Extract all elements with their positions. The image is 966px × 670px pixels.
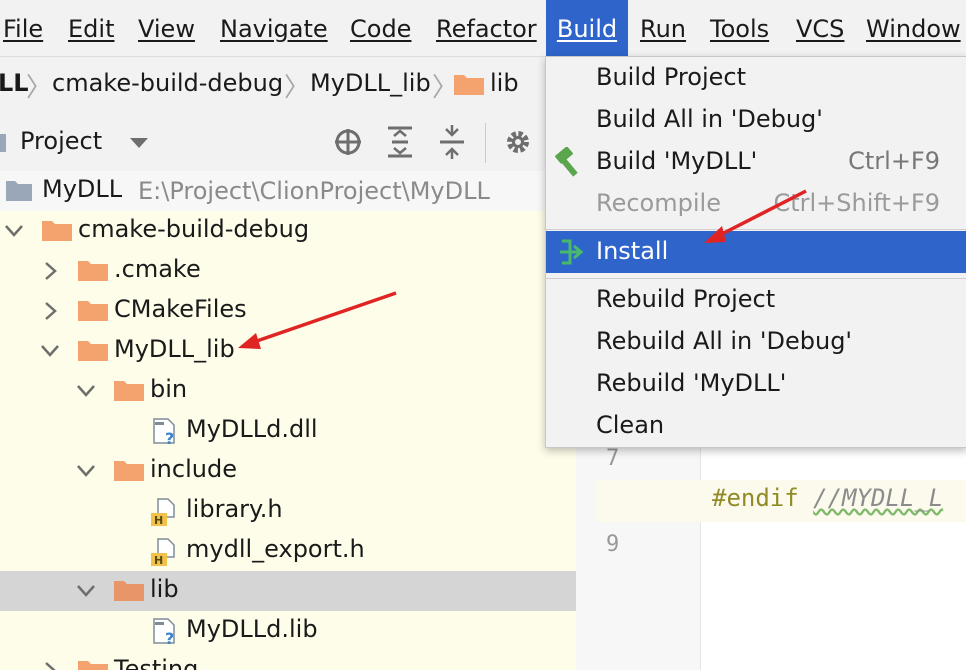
arrow-to-install [704,189,807,243]
annotation-arrows [238,189,807,349]
arrow-to-mydll-lib [238,291,397,349]
